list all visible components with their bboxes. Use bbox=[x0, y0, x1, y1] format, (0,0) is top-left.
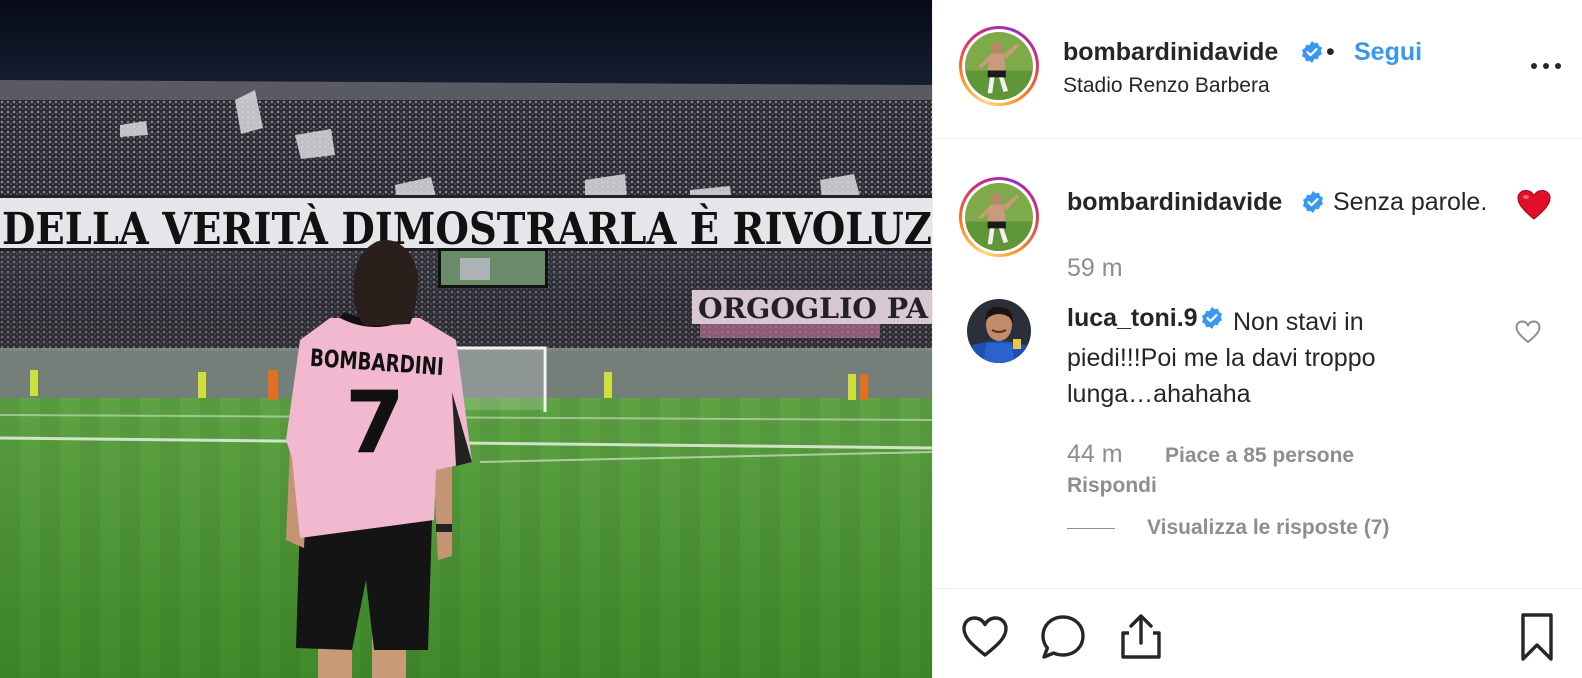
post-location[interactable]: Stadio Renzo Barbera bbox=[1063, 74, 1270, 98]
banner-text: DELLA VERITÀ DIMOSTRARLA È RIVOLUZ bbox=[2, 202, 932, 255]
red-heart-emoji-icon bbox=[1517, 189, 1551, 225]
post-actions-bar bbox=[933, 588, 1582, 678]
banner-right-text: ORGOGLIO PA bbox=[698, 292, 929, 325]
more-options-icon[interactable] bbox=[1529, 56, 1563, 76]
heart-icon[interactable] bbox=[959, 611, 1011, 663]
share-icon[interactable] bbox=[1115, 611, 1167, 663]
comment-like-heart-icon[interactable] bbox=[1515, 320, 1541, 344]
view-replies-button[interactable]: Visualizza le risposte (7) bbox=[1147, 516, 1389, 540]
caption-username[interactable]: bombardinidavide bbox=[1067, 188, 1282, 217]
comment-text: Non stavi in piedi!!!Poi me la davi trop… bbox=[1067, 308, 1376, 408]
comment-likes-count[interactable]: Piace a 85 persone bbox=[1165, 444, 1354, 468]
shirt-number: 7 bbox=[345, 373, 405, 473]
author-avatar[interactable] bbox=[959, 26, 1039, 106]
post-header: bombardinidavide • Segui Stadio Renzo Ba… bbox=[933, 0, 1582, 139]
caption-text: Senza parole. bbox=[1333, 188, 1488, 216]
follow-button[interactable]: Segui bbox=[1354, 38, 1422, 67]
verified-badge-icon bbox=[1300, 40, 1324, 69]
reply-button[interactable]: Rispondi bbox=[1067, 474, 1157, 498]
comment-icon[interactable] bbox=[1037, 611, 1089, 663]
commenter-avatar[interactable] bbox=[967, 299, 1031, 363]
author-username[interactable]: bombardinidavide bbox=[1063, 38, 1278, 67]
verified-badge-icon bbox=[1301, 190, 1325, 219]
caption-timestamp: 59 m bbox=[1067, 254, 1123, 282]
post-photo[interactable]: DELLA VERITÀ DIMOSTRARLA È RIVOLUZ ORGOG… bbox=[0, 0, 932, 678]
replies-divider-line bbox=[1067, 528, 1115, 529]
comment-timestamp: 44 m bbox=[1067, 440, 1123, 468]
bookmark-icon[interactable] bbox=[1511, 611, 1563, 663]
caption-avatar[interactable] bbox=[959, 177, 1039, 257]
separator-dot: • bbox=[1326, 38, 1335, 66]
post-sidebar: bombardinidavide • Segui Stadio Renzo Ba… bbox=[932, 0, 1582, 678]
